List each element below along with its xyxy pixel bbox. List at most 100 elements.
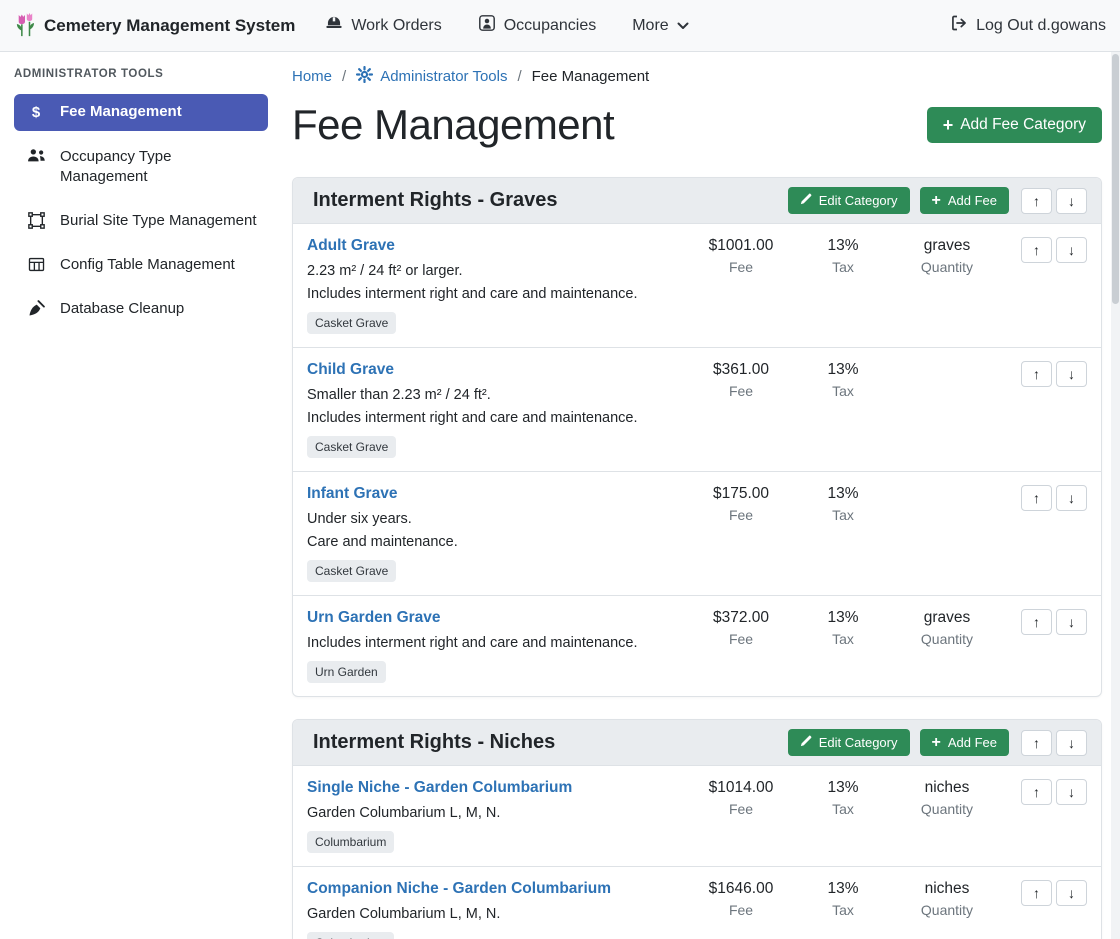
- fee-description: Garden Columbarium L, M, N.: [307, 903, 679, 926]
- fee-move-down-button[interactable]: ↓: [1056, 485, 1087, 511]
- fee-amount-cell: $175.00 Fee: [691, 485, 791, 582]
- breadcrumb-admin-tools-link[interactable]: Administrator Tools: [356, 66, 507, 87]
- vector-square-icon: [26, 212, 46, 229]
- sidebar-item-config-table-management[interactable]: Config Table Management: [14, 247, 268, 283]
- category-move-up-button[interactable]: ↑: [1021, 188, 1052, 214]
- nav-item-label: Occupancies: [504, 17, 597, 35]
- breadcrumb-section-label: Administrator Tools: [380, 68, 507, 85]
- fee-move-up-button[interactable]: ↑: [1021, 485, 1052, 511]
- fee-description: Care and maintenance.: [307, 531, 679, 554]
- fee-name-link[interactable]: Companion Niche - Garden Columbarium: [307, 880, 611, 898]
- arrow-down-icon: ↓: [1068, 242, 1075, 258]
- fee-amount-cell: $361.00 Fee: [691, 361, 791, 458]
- category-title: Interment Rights - Niches: [313, 731, 778, 754]
- tax-cell: 13% Tax: [793, 609, 893, 683]
- nav-item-work-orders[interactable]: Work Orders: [325, 14, 441, 37]
- nav-item-more[interactable]: More: [632, 17, 688, 35]
- gear-icon: [356, 66, 373, 87]
- fee-amount-cell: $1001.00 Fee: [691, 237, 791, 334]
- table-icon: [26, 256, 46, 273]
- arrow-up-icon: ↑: [1033, 193, 1040, 209]
- tax-cell: 13% Tax: [793, 485, 893, 582]
- arrow-down-icon: ↓: [1068, 735, 1075, 751]
- fee-move-up-button[interactable]: ↑: [1021, 361, 1052, 387]
- fee-move-down-button[interactable]: ↓: [1056, 361, 1087, 387]
- fee-name-link[interactable]: Urn Garden Grave: [307, 609, 441, 627]
- plus-icon: +: [943, 118, 954, 132]
- category-move-down-button[interactable]: ↓: [1056, 730, 1087, 756]
- scrollbar-thumb[interactable]: [1112, 54, 1119, 304]
- arrow-up-icon: ↑: [1033, 784, 1040, 800]
- fee-amount-cell: $1646.00 Fee: [691, 880, 791, 939]
- fee-type-badge: Casket Grave: [307, 436, 396, 458]
- users-icon: [26, 148, 46, 163]
- category-move-down-button[interactable]: ↓: [1056, 188, 1087, 214]
- sidebar: ADMINISTRATOR TOOLS $ Fee Management Occ…: [0, 52, 280, 939]
- nav-item-occupancies[interactable]: Occupancies: [478, 14, 597, 37]
- category-move-up-button[interactable]: ↑: [1021, 730, 1052, 756]
- quantity-cell-empty: [895, 485, 999, 582]
- vertical-scrollbar[interactable]: [1111, 52, 1120, 939]
- fee-type-badge: Casket Grave: [307, 560, 396, 582]
- sidebar-item-database-cleanup[interactable]: Database Cleanup: [14, 291, 268, 327]
- quantity-cell-empty: [895, 361, 999, 458]
- fee-row: Companion Niche - Garden Columbarium Gar…: [293, 867, 1101, 939]
- fee-move-down-button[interactable]: ↓: [1056, 609, 1087, 635]
- fee-row: Adult Grave 2.23 m² / 24 ft² or larger. …: [293, 224, 1101, 348]
- brand-title: Cemetery Management System: [44, 16, 295, 36]
- main-content: Home / Administrator Tools / Fee Managem…: [280, 52, 1120, 939]
- sidebar-item-occupancy-type-management[interactable]: Occupancy Type Management: [14, 139, 268, 195]
- fee-name-link[interactable]: Infant Grave: [307, 485, 397, 503]
- fee-row: Single Niche - Garden Columbarium Garden…: [293, 766, 1101, 867]
- breadcrumb-home-link[interactable]: Home: [292, 68, 332, 85]
- primary-nav: Work Orders Occupancies More: [325, 14, 950, 37]
- tax-cell: 13% Tax: [793, 361, 893, 458]
- logout-button[interactable]: Log Out d.gowans: [950, 14, 1106, 37]
- add-fee-button[interactable]: + Add Fee: [920, 729, 1010, 756]
- app-brand[interactable]: Cemetery Management System: [14, 10, 295, 42]
- fee-row: Urn Garden Grave Includes interment righ…: [293, 596, 1101, 696]
- fee-move-up-button[interactable]: ↑: [1021, 880, 1052, 906]
- fee-description: Includes interment right and care and ma…: [307, 632, 679, 655]
- fee-name-link[interactable]: Adult Grave: [307, 237, 395, 255]
- fee-type-badge: Casket Grave: [307, 312, 396, 334]
- category-header: Interment Rights - Niches Edit Category …: [293, 720, 1101, 766]
- plus-icon: +: [932, 194, 941, 208]
- quantity-cell: niches Quantity: [895, 779, 999, 853]
- tulip-logo-icon: [14, 10, 36, 42]
- fee-amount-cell: $1014.00 Fee: [691, 779, 791, 853]
- logout-label: Log Out d.gowans: [976, 17, 1106, 35]
- fee-move-down-button[interactable]: ↓: [1056, 880, 1087, 906]
- fee-type-badge: Urn Garden: [307, 661, 386, 683]
- fee-description: Includes interment right and care and ma…: [307, 283, 679, 306]
- edit-category-button[interactable]: Edit Category: [788, 187, 910, 214]
- fee-move-up-button[interactable]: ↑: [1021, 237, 1052, 263]
- arrow-down-icon: ↓: [1068, 784, 1075, 800]
- breadcrumb: Home / Administrator Tools / Fee Managem…: [292, 66, 1102, 87]
- fee-row: Child Grave Smaller than 2.23 m² / 24 ft…: [293, 348, 1101, 472]
- fee-move-up-button[interactable]: ↑: [1021, 779, 1052, 805]
- fee-move-down-button[interactable]: ↓: [1056, 779, 1087, 805]
- fee-move-up-button[interactable]: ↑: [1021, 609, 1052, 635]
- sidebar-item-label: Burial Site Type Management: [60, 211, 257, 231]
- fee-move-down-button[interactable]: ↓: [1056, 237, 1087, 263]
- arrow-up-icon: ↑: [1033, 366, 1040, 382]
- add-fee-button[interactable]: + Add Fee: [920, 187, 1010, 214]
- fee-category-card: Interment Rights - Niches Edit Category …: [292, 719, 1102, 939]
- breadcrumb-current: Fee Management: [532, 68, 650, 85]
- tax-cell: 13% Tax: [793, 880, 893, 939]
- edit-category-button[interactable]: Edit Category: [788, 729, 910, 756]
- add-fee-category-button[interactable]: + Add Fee Category: [927, 107, 1102, 143]
- tax-cell: 13% Tax: [793, 779, 893, 853]
- sidebar-item-label: Config Table Management: [60, 255, 235, 275]
- fee-name-link[interactable]: Child Grave: [307, 361, 394, 379]
- sidebar-item-burial-site-type-management[interactable]: Burial Site Type Management: [14, 203, 268, 239]
- quantity-cell: graves Quantity: [895, 237, 999, 334]
- arrow-down-icon: ↓: [1068, 614, 1075, 630]
- nav-item-label: Work Orders: [351, 17, 441, 35]
- fee-amount-cell: $372.00 Fee: [691, 609, 791, 683]
- fee-description: Under six years.: [307, 508, 679, 531]
- fee-name-link[interactable]: Single Niche - Garden Columbarium: [307, 779, 572, 797]
- arrow-up-icon: ↑: [1033, 490, 1040, 506]
- sidebar-item-fee-management[interactable]: $ Fee Management: [14, 94, 268, 131]
